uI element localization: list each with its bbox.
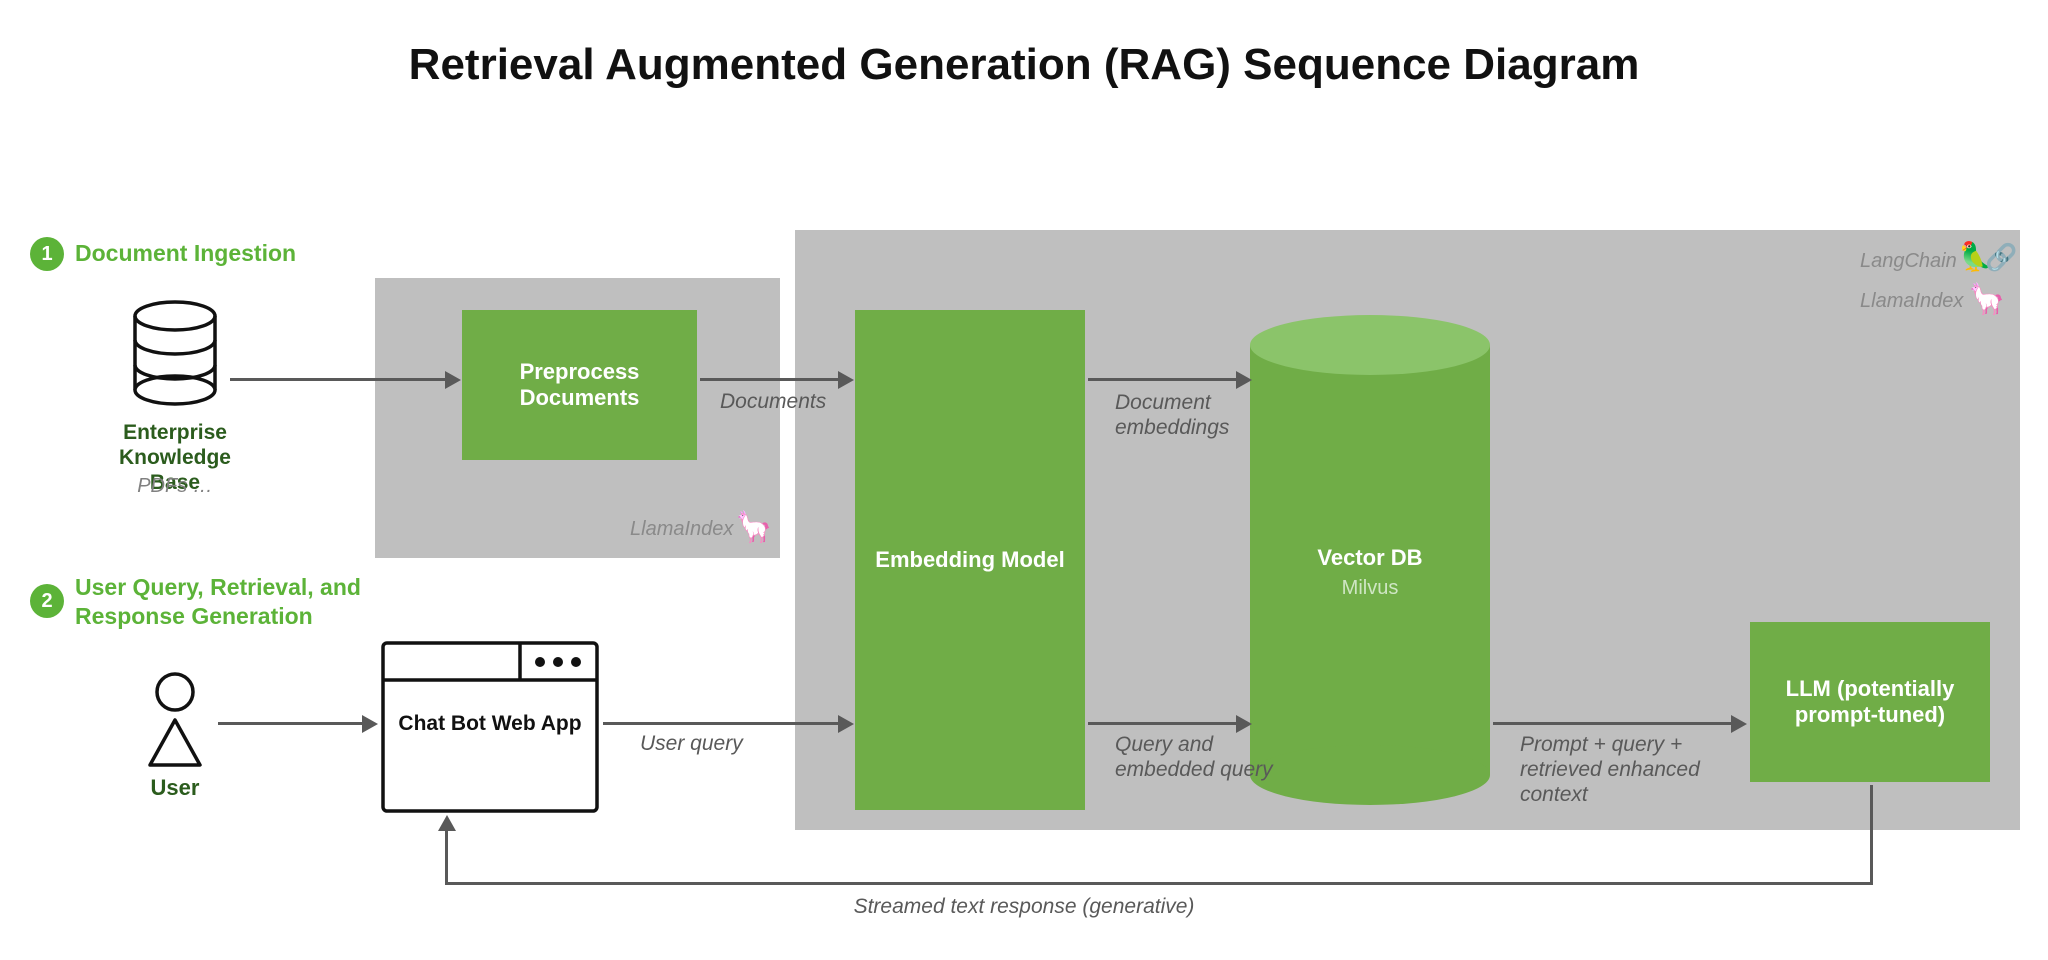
arrow-webapp-embedding-head xyxy=(838,715,854,733)
edge-query-emb-label: Query and embedded query xyxy=(1115,732,1275,782)
arrow-return-seg-down xyxy=(1870,785,1873,885)
arrow-embedding-vectordb-query xyxy=(1088,722,1238,725)
arrow-preprocess-embedding xyxy=(700,378,840,381)
box-embedding-model: Embedding Model xyxy=(855,310,1085,810)
vector-db-sub: Milvus xyxy=(1250,577,1490,600)
arrow-vectordb-llm-head xyxy=(1731,715,1747,733)
user-icon xyxy=(140,670,210,770)
edge-documents-label: Documents xyxy=(720,390,826,414)
llama-icon: 🦙 xyxy=(735,510,772,545)
section-badge-1: 1 xyxy=(30,237,64,271)
enterprise-kb-cylinder-icon xyxy=(130,300,220,410)
edge-prompt-ctx-label: Prompt + query + retrieved enhanced cont… xyxy=(1520,732,1740,808)
arrow-vectordb-llm xyxy=(1493,722,1733,725)
lib-llamaindex-big: LlamaIndex xyxy=(1860,290,1963,313)
edge-streamed-label: Streamed text response (generative) xyxy=(0,895,2048,919)
arrow-preprocess-embedding-head xyxy=(838,371,854,389)
llama-icon-big: 🦙 xyxy=(1968,282,2005,317)
user-label: User xyxy=(120,775,230,801)
section-badge-2: 2 xyxy=(30,584,64,618)
arrow-user-webapp xyxy=(218,722,363,725)
arrow-embedding-vectordb xyxy=(1088,378,1238,381)
lib-langchain: LangChain xyxy=(1860,250,1957,273)
edge-doc-embeddings-label: Document embeddings xyxy=(1115,390,1265,440)
box-preprocess-label: Preprocess Documents xyxy=(462,359,697,411)
enterprise-kb-sub: PDFs … xyxy=(95,475,255,498)
arrow-return-seg-across xyxy=(445,882,1873,885)
box-llm-label: LLM (potentially prompt-tuned) xyxy=(1760,676,1980,728)
edge-user-query-label: User query xyxy=(640,732,743,756)
section-label-2: User Query, Retrieval, and Response Gene… xyxy=(75,573,415,631)
arrow-embedding-vectordb-head xyxy=(1236,371,1252,389)
arrow-return-head xyxy=(438,815,456,831)
box-embedding-label: Embedding Model xyxy=(875,547,1064,573)
webapp-label: Chat Bot Web App xyxy=(395,710,585,737)
arrow-webapp-embedding xyxy=(603,722,840,725)
arrow-kb-preprocess xyxy=(230,378,445,381)
chain-icon: 🔗 xyxy=(1985,242,2017,273)
box-preprocess: Preprocess Documents xyxy=(462,310,697,460)
arrow-kb-preprocess-head xyxy=(445,371,461,389)
lib-llamaindex-small: LlamaIndex xyxy=(630,518,733,541)
vector-db-cylinder: Vector DB Milvus xyxy=(1250,315,1490,805)
diagram-title: Retrieval Augmented Generation (RAG) Seq… xyxy=(0,40,2048,90)
section-label-1: Document Ingestion xyxy=(75,240,296,267)
arrow-user-webapp-head xyxy=(362,715,378,733)
arrow-return-seg-up xyxy=(445,830,448,885)
vector-db-title: Vector DB xyxy=(1250,545,1490,571)
box-llm: LLM (potentially prompt-tuned) xyxy=(1750,622,1990,782)
arrow-embedding-vectordb-query-head xyxy=(1236,715,1252,733)
